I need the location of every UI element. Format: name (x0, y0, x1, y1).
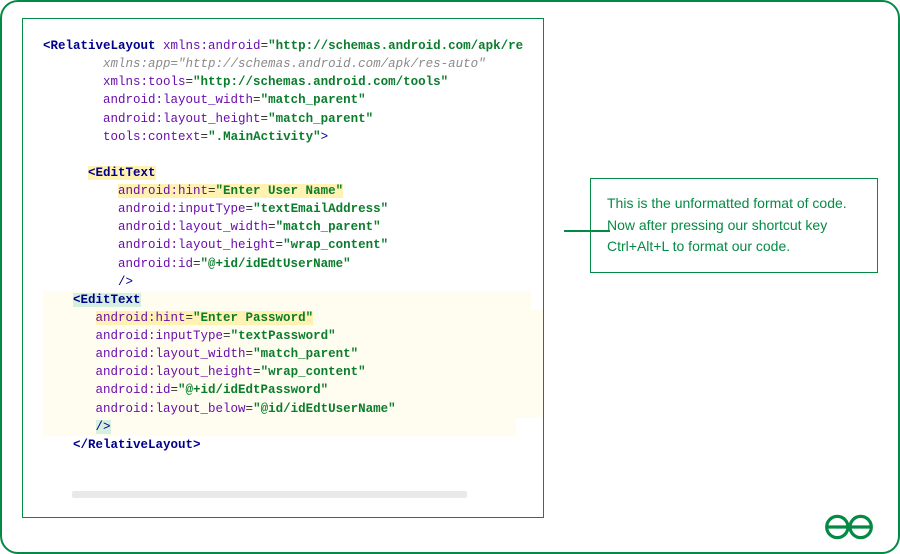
attr: android:layout_width (96, 347, 246, 361)
attr: android:id (118, 257, 193, 271)
xml-tag: </RelativeLayout> (73, 438, 201, 452)
attr: xmlns:app (103, 57, 171, 71)
attr-value: "match_parent" (276, 220, 381, 234)
figure-frame: <RelativeLayout xmlns:android="http://sc… (0, 0, 900, 554)
attr: android:layout_height (103, 112, 261, 126)
attr: android:id (96, 383, 171, 397)
attr-value: "match_parent" (253, 347, 358, 361)
attr-value: "wrap_content" (261, 365, 366, 379)
attr: android:inputType (118, 202, 246, 216)
attr: xmlns:tools (103, 75, 186, 89)
attr-value: "@+id/idEdtUserName" (201, 257, 351, 271)
code-panel: <RelativeLayout xmlns:android="http://sc… (22, 18, 544, 518)
content-row: <RelativeLayout xmlns:android="http://sc… (22, 18, 878, 544)
attr-value: "Enter User Name" (216, 184, 344, 198)
attr-value: "match_parent" (261, 93, 366, 107)
attr: android:layout_width (103, 93, 253, 107)
attr-value: "textEmailAddress" (253, 202, 388, 216)
attr-value: "textPassword" (231, 329, 336, 343)
xml-tag: <EditText (88, 166, 156, 180)
attr: android:inputType (96, 329, 224, 343)
self-close: /> (96, 420, 111, 434)
geeksforgeeks-logo-icon (822, 510, 876, 544)
attr: android:layout_height (96, 365, 254, 379)
callout-box: This is the unformatted format of code. … (590, 178, 878, 273)
self-close: /> (118, 275, 133, 289)
attr: android:hint (96, 311, 186, 325)
attr-value: ".MainActivity" (208, 130, 321, 144)
attr-value: "Enter Password" (193, 311, 313, 325)
attr-value: "@id/idEdtUserName" (253, 402, 396, 416)
attr-value: "http://schemas.android.com/tools" (193, 75, 448, 89)
attr: android:layout_width (118, 220, 268, 234)
attr: android:layout_below (96, 402, 246, 416)
callout-connector (564, 230, 610, 232)
attr: tools:context (103, 130, 201, 144)
attr-value: "match_parent" (268, 112, 373, 126)
xml-tag: <RelativeLayout (43, 39, 156, 53)
attr: android:hint (118, 184, 208, 198)
attr-value: "wrap_content" (283, 238, 388, 252)
attr-value: "http://schemas.android.com/apk/res-auto… (178, 57, 486, 71)
attr: xmlns:android (163, 39, 261, 53)
callout-line: Now after pressing our shortcut key (607, 215, 861, 237)
horizontal-scrollbar[interactable] (72, 491, 467, 498)
callout-line: Ctrl+Alt+L to format our code. (607, 236, 861, 258)
attr-value: "http://schemas.android.com/apk/re (268, 39, 523, 53)
callout-line: This is the unformatted format of code. (607, 193, 861, 215)
attr-value: "@+id/idEdtPassword" (178, 383, 328, 397)
xml-tag: <EditText (73, 293, 141, 307)
attr: android:layout_height (118, 238, 276, 252)
